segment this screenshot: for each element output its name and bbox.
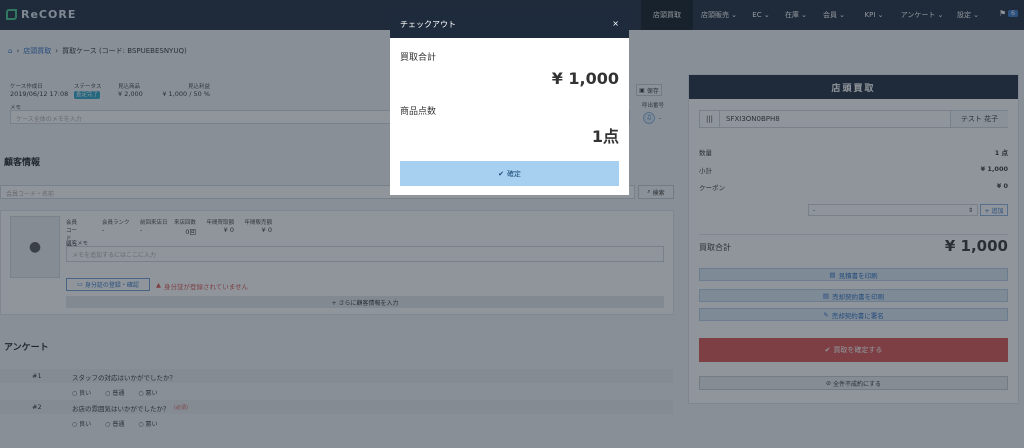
modal-count-label: 商品点数 <box>400 107 437 117</box>
modal-total-label: 買取合計 <box>400 53 437 63</box>
checkout-modal: チェックアウト × 買取合計 ¥ 1,000 商品点数 1点 ✔ 確定 <box>390 10 629 195</box>
modal-title: チェックアウト <box>400 19 456 29</box>
close-icon[interactable]: × <box>612 19 619 28</box>
modal-count-value: 1点 <box>591 127 619 146</box>
confirm-button[interactable]: ✔ 確定 <box>400 161 619 186</box>
modal-header: チェックアウト <box>390 10 629 38</box>
check-icon: ✔ <box>498 169 504 178</box>
modal-total-value: ¥ 1,000 <box>551 69 619 88</box>
